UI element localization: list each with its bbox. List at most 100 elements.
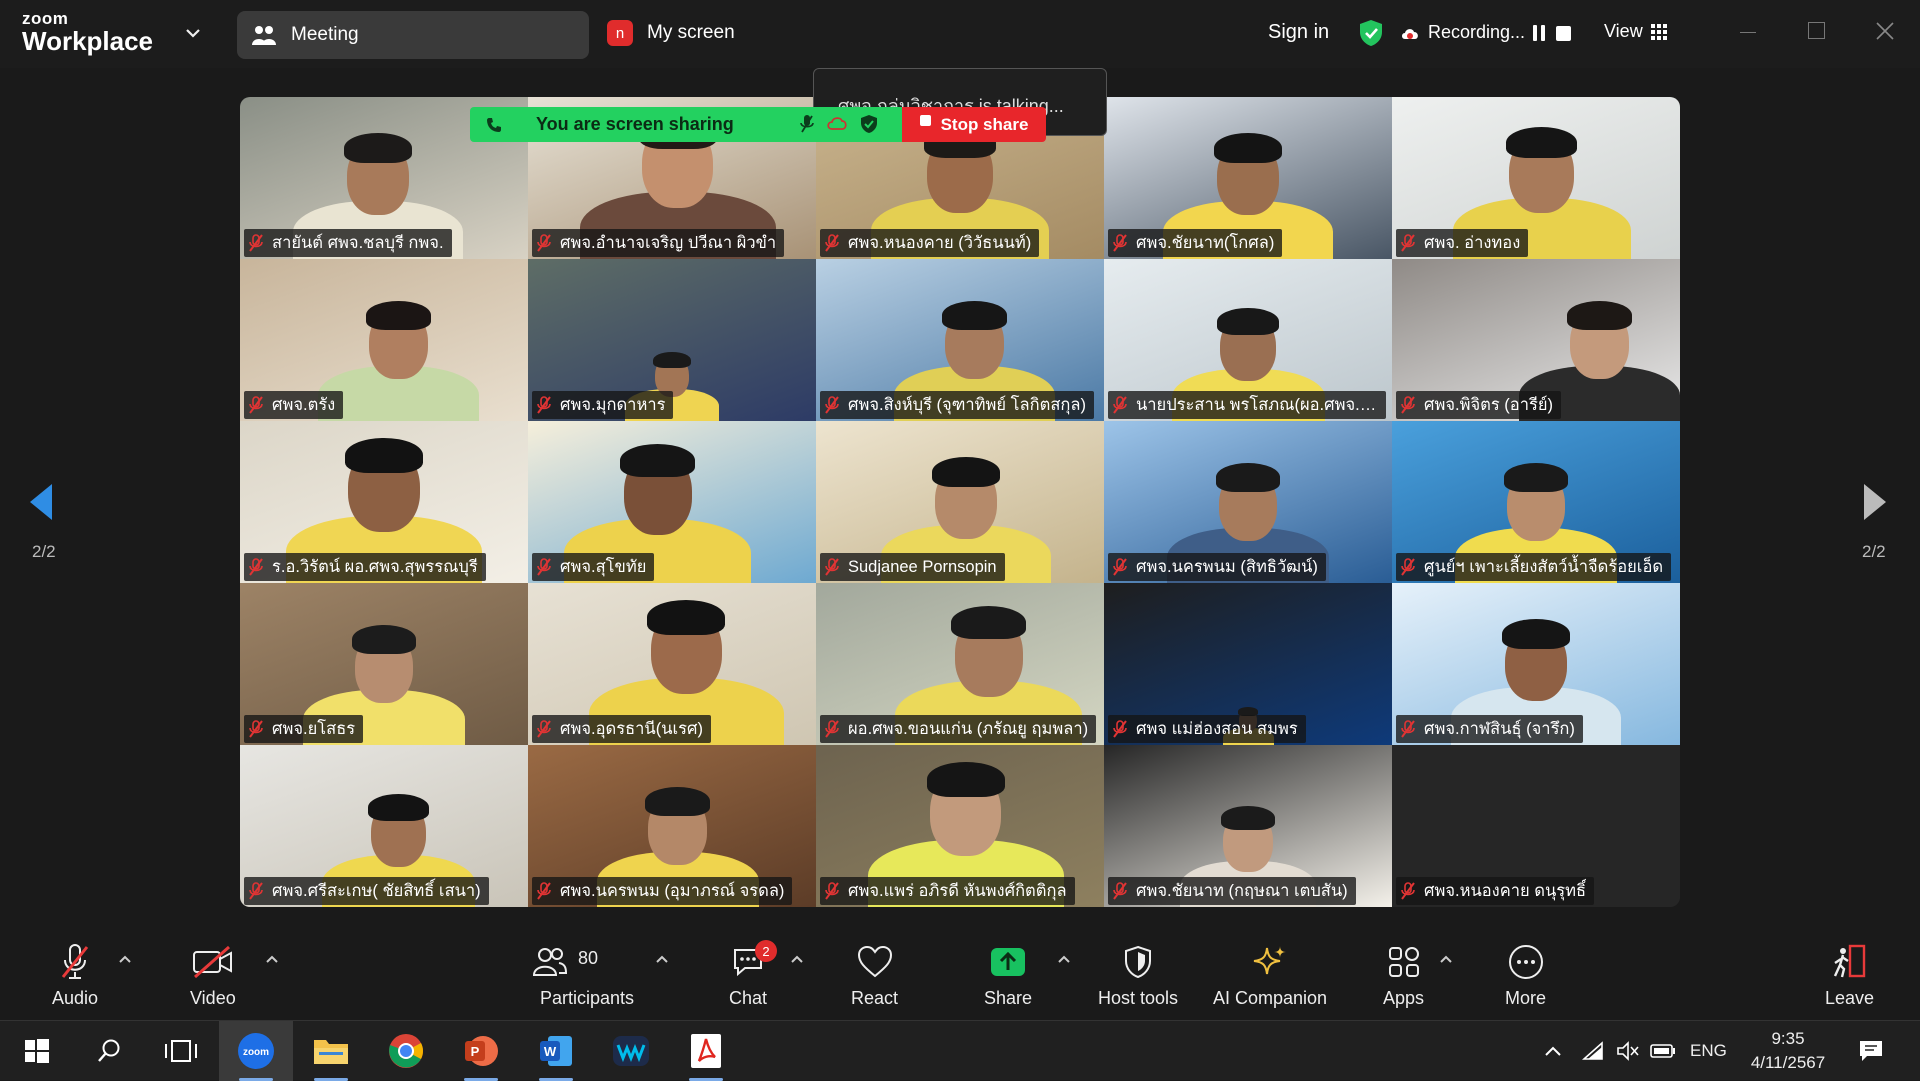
participant-tile[interactable]: ศพจ แม่ฮ่องสอน สมพร	[1104, 583, 1392, 745]
taskbar-search-button[interactable]	[72, 1021, 146, 1081]
participant-tile[interactable]: ศพจ.กาฬสินธุ์ (จารึก)	[1392, 583, 1680, 745]
taskbar-powerpoint[interactable]: P	[444, 1021, 518, 1081]
chevron-down-icon[interactable]	[184, 24, 202, 42]
participant-tile[interactable]: ศพจ.หนองคาย ดนุรุทธิ์	[1392, 745, 1680, 907]
windows-start-button[interactable]	[0, 1021, 74, 1081]
host-tools-button[interactable]: Host tools	[1098, 940, 1178, 1009]
battery-status[interactable]	[1650, 1021, 1676, 1081]
mic-muted-icon	[1113, 558, 1127, 576]
participant-tile[interactable]: ศพจ.ชัยนาท(โกศล)	[1104, 97, 1392, 259]
participant-tile[interactable]: ศพจ.ตรัง	[240, 259, 528, 421]
notification-icon	[1860, 1041, 1882, 1061]
participant-tile[interactable]: ศูนย์ฯ เพาะเลี้ยงสัตว์น้ำจืดร้อยเอ็ด	[1392, 421, 1680, 583]
participant-tile[interactable]: ศพจ.ยโสธร	[240, 583, 528, 745]
video-button[interactable]: Video	[190, 940, 236, 1009]
audio-button[interactable]: Audio	[52, 940, 98, 1009]
cloud-icon	[827, 117, 847, 130]
ai-companion-label: AI Companion	[1213, 988, 1328, 1008]
minimize-window-icon[interactable]	[1740, 32, 1756, 33]
react-button[interactable]: React	[851, 940, 898, 1009]
participant-tile[interactable]: ศพจ.สิงห์บุรี (จุฑาทิพย์ โลกิตสกุล)	[816, 259, 1104, 421]
participant-tile[interactable]: ร.อ.วิรัตน์ ผอ.ศพจ.สุพรรณบุรี	[240, 421, 528, 583]
chat-button[interactable]: 2 Chat	[729, 940, 778, 1009]
encryption-shield-icon[interactable]	[1358, 19, 1384, 47]
video-options-chevron-icon[interactable]	[265, 954, 279, 964]
stop-recording-icon[interactable]	[1556, 26, 1571, 41]
taskbar-webex[interactable]	[594, 1021, 668, 1081]
svg-text:zoom: zoom	[243, 1047, 269, 1058]
page-indicator-right: 2/2	[1862, 542, 1886, 561]
participant-name-label: ศพจ.ศรีสะเกษ( ชัยสิทธิ์ เสนา)	[244, 877, 489, 905]
tab-my-screen[interactable]: n My screen	[607, 20, 735, 46]
meeting-toolbar: Audio Video 80 Participants 2 Chat React	[0, 932, 1920, 1020]
participant-tile[interactable]: ศพจ. อ่างทอง	[1392, 97, 1680, 259]
ai-companion-button[interactable]: AI Companion	[1213, 940, 1327, 1009]
recording-indicator[interactable]: Recording...	[1400, 22, 1525, 43]
clock-date: 4/11/2567	[1750, 1053, 1826, 1072]
apps-button[interactable]: Apps	[1383, 940, 1424, 1009]
show-hidden-icons-button[interactable]	[1544, 1021, 1562, 1081]
participant-tile[interactable]: ศพจ.ชัยนาท (กฤษณา เตบสัน)	[1104, 745, 1392, 907]
stop-share-button[interactable]: Stop share	[902, 107, 1046, 142]
sign-in-button[interactable]: Sign in	[1268, 21, 1329, 44]
participant-tile[interactable]: ศพจ.นครพนม (สิทธิวัฒน์)	[1104, 421, 1392, 583]
participant-tile[interactable]: ศพจ.แพร่ อภิรดี หันพงศ์กิตติกุล	[816, 745, 1104, 907]
pause-recording-icon[interactable]	[1532, 24, 1546, 42]
taskbar-clock[interactable]: 9:35 4/11/2567	[1733, 1027, 1843, 1075]
cloud-record-icon	[1402, 28, 1418, 39]
participant-tile[interactable]: ศพจ.มุกดาหาร	[528, 259, 816, 421]
notification-center-button[interactable]	[1858, 1021, 1884, 1081]
participant-hair	[942, 301, 1007, 330]
participant-tile[interactable]: ศพจ.ศรีสะเกษ( ชัยสิทธิ์ เสนา)	[240, 745, 528, 907]
taskbar-file-explorer[interactable]	[294, 1021, 368, 1081]
input-language-indicator[interactable]: ENG	[1690, 1021, 1727, 1081]
mic-muted-icon	[1401, 396, 1415, 414]
wifi-icon	[1582, 1041, 1603, 1060]
participant-name-label: ศพจ.ชัยนาท (กฤษณา เตบสัน)	[1108, 877, 1356, 905]
taskbar-word[interactable]: W	[519, 1021, 593, 1081]
maximize-window-icon[interactable]	[1808, 22, 1825, 39]
volume-control[interactable]	[1616, 1021, 1640, 1081]
more-label: More	[1505, 988, 1547, 1008]
participant-tile[interactable]: ผอ.ศพจ.ขอนแก่น (ภรัณยู ฤมพลา)	[816, 583, 1104, 745]
taskbar-chrome[interactable]	[369, 1021, 443, 1081]
search-icon	[98, 1039, 120, 1062]
participant-tile[interactable]: นายประสาน พรโสภณ(ผอ.ศพจ.ลพบุรี)	[1104, 259, 1392, 421]
participant-tile[interactable]: ศพจ.สุโขทัย	[528, 421, 816, 583]
view-button[interactable]: View	[1604, 21, 1667, 42]
previous-page-arrow-icon[interactable]	[28, 482, 54, 522]
meeting-tab-label: Meeting	[291, 24, 359, 45]
screen-sharing-label: You are screen sharing	[536, 114, 734, 134]
word-icon: W	[540, 1036, 572, 1066]
share-button[interactable]: Share	[984, 940, 1032, 1009]
mic-muted-icon	[249, 234, 263, 252]
participant-tile[interactable]: ศพจ.อุดรธานี(นเรศ)	[528, 583, 816, 745]
participant-hair	[653, 351, 691, 369]
audio-options-chevron-icon[interactable]	[118, 954, 132, 964]
share-options-chevron-icon[interactable]	[1057, 954, 1071, 964]
mic-muted-icon	[1401, 882, 1415, 900]
task-view-button[interactable]	[144, 1021, 218, 1081]
stop-square-icon	[919, 115, 931, 126]
participants-options-chevron-icon[interactable]	[655, 954, 669, 964]
mic-muted-icon	[1113, 396, 1127, 414]
taskbar-acrobat[interactable]	[669, 1021, 743, 1081]
more-button[interactable]: More	[1505, 940, 1546, 1009]
mic-muted-icon	[825, 720, 839, 738]
tab-meeting[interactable]: Meeting	[237, 11, 589, 59]
close-window-icon[interactable]	[1874, 20, 1896, 42]
participants-button[interactable]: 80 Participants	[532, 940, 642, 1009]
taskbar-zoom-app[interactable]: zoom	[219, 1021, 293, 1081]
screen-sharing-banner[interactable]: You are screen sharing	[470, 107, 902, 142]
participant-tile[interactable]: Sudjanee Pornsopin	[816, 421, 1104, 583]
network-status[interactable]	[1582, 1021, 1604, 1081]
participant-hair	[344, 438, 424, 473]
next-page-arrow-icon[interactable]	[1862, 482, 1888, 522]
leave-button[interactable]: Leave	[1825, 940, 1874, 1009]
participant-tile[interactable]: ศพจ.พิจิตร (อารีย์)	[1392, 259, 1680, 421]
mic-muted-icon	[825, 234, 839, 252]
apps-options-chevron-icon[interactable]	[1439, 954, 1453, 964]
participant-name: ศพจ.นครพนม (สิทธิวัฒน์)	[1136, 558, 1318, 576]
participant-tile[interactable]: ศพจ.นครพนม (อุมาภรณ์ จรดล)	[528, 745, 816, 907]
chat-options-chevron-icon[interactable]	[790, 954, 804, 964]
